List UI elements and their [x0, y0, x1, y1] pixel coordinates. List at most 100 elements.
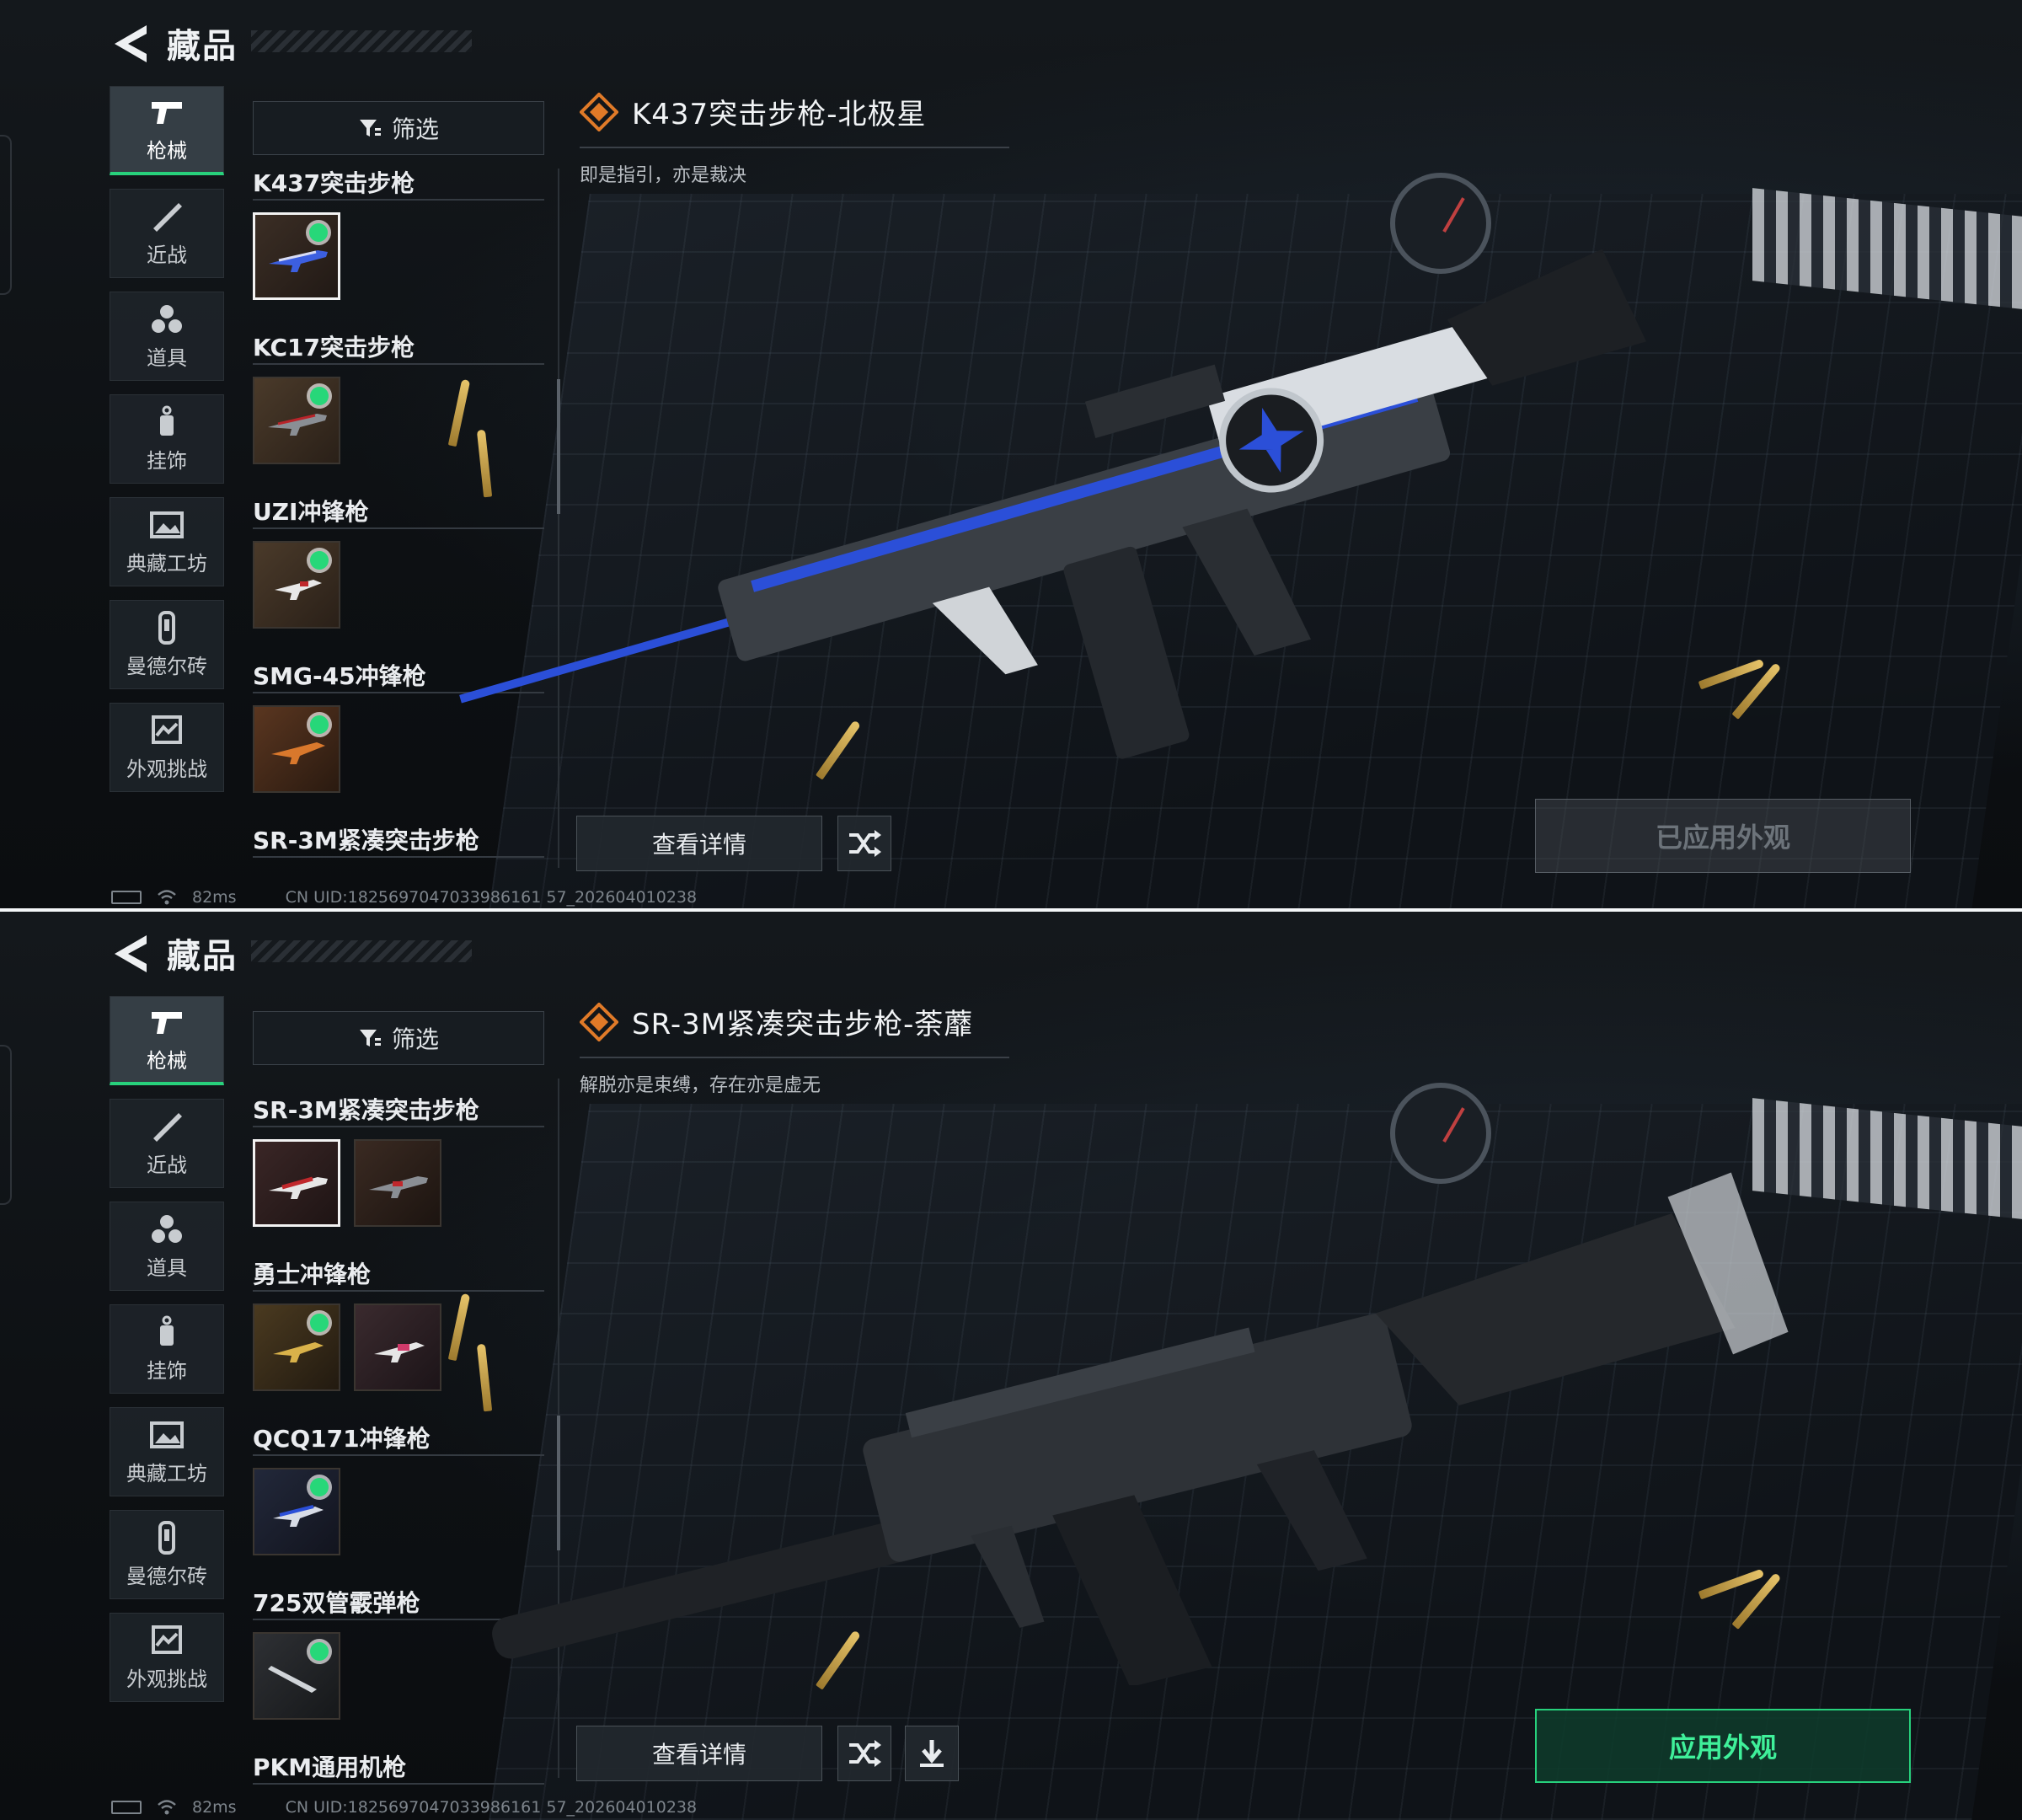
- view-details-button[interactable]: 查看详情: [576, 816, 822, 871]
- skin-thumbnail[interactable]: [253, 541, 340, 629]
- title-underline: [580, 1057, 1009, 1058]
- rifle-thumbnail-icon: [269, 250, 328, 272]
- rarity-diamond-icon: [580, 92, 618, 131]
- category-label: 曼德尔砖: [126, 1564, 207, 1588]
- category-label: 典藏工坊: [126, 551, 207, 575]
- smg-thumbnail-icon: [273, 1505, 324, 1527]
- category-label: 近战: [147, 1153, 187, 1177]
- shotgun-thumbnail-icon: [268, 1666, 317, 1693]
- category-items[interactable]: 道具: [110, 292, 224, 381]
- category-guns[interactable]: 枪械: [110, 996, 224, 1085]
- category-guns[interactable]: 枪械: [110, 86, 224, 175]
- category-label: 外观挑战: [126, 1667, 207, 1691]
- weapon-title-row: SR-3M紧凑突击步枪-荼蘼: [580, 1001, 973, 1042]
- filter-label: 筛选: [391, 1025, 439, 1053]
- owned-indicator: [310, 551, 329, 570]
- knife-icon: [153, 202, 182, 232]
- skin-thumbnail[interactable]: [253, 1468, 340, 1555]
- applied-appearance-button: 已应用外观: [1535, 799, 1911, 873]
- category-mandel-brick[interactable]: 曼德尔砖: [110, 1510, 224, 1599]
- category-mandel-brick[interactable]: 曼德尔砖: [110, 600, 224, 689]
- smg-thumbnail-icon: [275, 580, 322, 600]
- shuffle-button[interactable]: [837, 816, 891, 871]
- weapon-group: PKM通用机枪: [253, 1744, 544, 1795]
- gallery-icon: [150, 511, 184, 538]
- category-melee[interactable]: 近战: [110, 1099, 224, 1188]
- weapon-skin-description: 解脱亦是束缚，存在亦是虚无: [580, 1075, 821, 1096]
- download-button[interactable]: [905, 1726, 959, 1781]
- skin-thumbnail[interactable]: [253, 1632, 340, 1720]
- smg-thumbnail-icon: [271, 742, 325, 764]
- rarity-diamond-icon: [580, 1002, 618, 1041]
- grenade-cluster-icon: [152, 1214, 182, 1243]
- battery-icon: [111, 1801, 142, 1814]
- smg-thumbnail-icon: [273, 1342, 324, 1362]
- uid-text: CN UID:1825697047033986161 57_2026040102…: [285, 888, 698, 907]
- category-label: 近战: [147, 243, 187, 267]
- shuffle-icon: [849, 830, 881, 857]
- rifle-thumbnail-icon: [269, 1176, 328, 1199]
- page-title: 藏品: [167, 27, 238, 66]
- skin-thumbnail[interactable]: [253, 377, 340, 464]
- apply-appearance-button[interactable]: 应用外观: [1535, 1709, 1911, 1783]
- weapon-group-name: SR-3M紧凑突击步枪: [253, 822, 544, 858]
- gallery-icon: [150, 1421, 184, 1448]
- owned-indicator: [309, 223, 328, 242]
- collection-screen-bottom: 藏品 枪械 近战 道具 挂饰 典藏工坊 曼德尔砖 外观挑战 筛选 SR-3M紧凑…: [0, 910, 2022, 1820]
- edge-handle[interactable]: [0, 1045, 12, 1205]
- owned-indicator: [310, 387, 329, 405]
- category-label: 外观挑战: [126, 757, 207, 781]
- rifle-thumbnail-icon: [268, 414, 327, 436]
- category-appearance-challenge[interactable]: 外观挑战: [110, 1613, 224, 1702]
- skin-thumbnail[interactable]: [253, 1139, 340, 1227]
- category-items[interactable]: 道具: [110, 1202, 224, 1291]
- shuffle-button[interactable]: [837, 1726, 891, 1781]
- screenshot-divider: [0, 908, 2022, 912]
- shuffle-icon: [849, 1740, 881, 1767]
- collection-screen-top: 藏品 枪械 近战 道具 挂饰 典藏工坊 曼德尔砖 外观挑战 筛选 K437突击步…: [0, 0, 2022, 910]
- filter-button[interactable]: 筛选: [253, 101, 544, 155]
- header-hatch-decoration: [251, 940, 472, 962]
- owned-indicator: [310, 1478, 329, 1496]
- weapon-skin-title: SR-3M紧凑突击步枪-荼蘼: [632, 1008, 974, 1041]
- category-label: 枪械: [147, 1049, 187, 1073]
- owned-indicator: [310, 1642, 329, 1661]
- grenade-cluster-icon: [152, 304, 182, 333]
- category-label: 道具: [147, 345, 187, 370]
- charm-icon: [160, 1315, 174, 1346]
- wifi-icon: [158, 1800, 176, 1815]
- challenge-icon: [152, 715, 182, 744]
- ping-value: 82ms: [192, 1798, 237, 1817]
- skin-thumbnail[interactable]: [253, 705, 340, 793]
- challenge-icon: [152, 1625, 182, 1654]
- category-charms[interactable]: 挂饰: [110, 1304, 224, 1394]
- weapon-skin-title: K437突击步枪-北极星: [632, 98, 927, 131]
- edge-handle[interactable]: [0, 135, 12, 295]
- skin-thumbnail[interactable]: [253, 1303, 340, 1391]
- ping-value: 82ms: [192, 888, 237, 907]
- category-gallery[interactable]: 典藏工坊: [110, 1407, 224, 1496]
- sr3m-tumi-rifle-image: [492, 1172, 1789, 1685]
- view-details-button[interactable]: 查看详情: [576, 1726, 822, 1781]
- filter-button[interactable]: 筛选: [253, 1011, 544, 1065]
- download-icon: [920, 1740, 944, 1767]
- k437-northstar-rifle-image: [459, 249, 1647, 759]
- filter-icon: [359, 120, 381, 136]
- back-arrow-icon[interactable]: [108, 22, 157, 66]
- header-hatch-decoration: [251, 30, 472, 52]
- category-sidebar: 枪械 近战 道具 挂饰 典藏工坊 曼德尔砖 外观挑战: [110, 996, 224, 1716]
- category-label: 挂饰: [147, 448, 187, 473]
- uid-text: CN UID:1825697047033986161 57_2026040102…: [285, 1798, 698, 1817]
- category-appearance-challenge[interactable]: 外观挑战: [110, 703, 224, 792]
- category-label: 枪械: [147, 139, 187, 163]
- charm-icon: [160, 405, 174, 436]
- weapon-group-name: K437突击步枪: [253, 165, 544, 201]
- skin-thumbnail[interactable]: [253, 212, 340, 300]
- category-melee[interactable]: 近战: [110, 189, 224, 278]
- category-charms[interactable]: 挂饰: [110, 394, 224, 484]
- category-gallery[interactable]: 典藏工坊: [110, 497, 224, 586]
- pistol-icon: [152, 1012, 182, 1034]
- back-arrow-icon[interactable]: [108, 932, 157, 976]
- category-label: 典藏工坊: [126, 1461, 207, 1485]
- weapon-group-name: SR-3M紧凑突击步枪: [253, 1092, 544, 1127]
